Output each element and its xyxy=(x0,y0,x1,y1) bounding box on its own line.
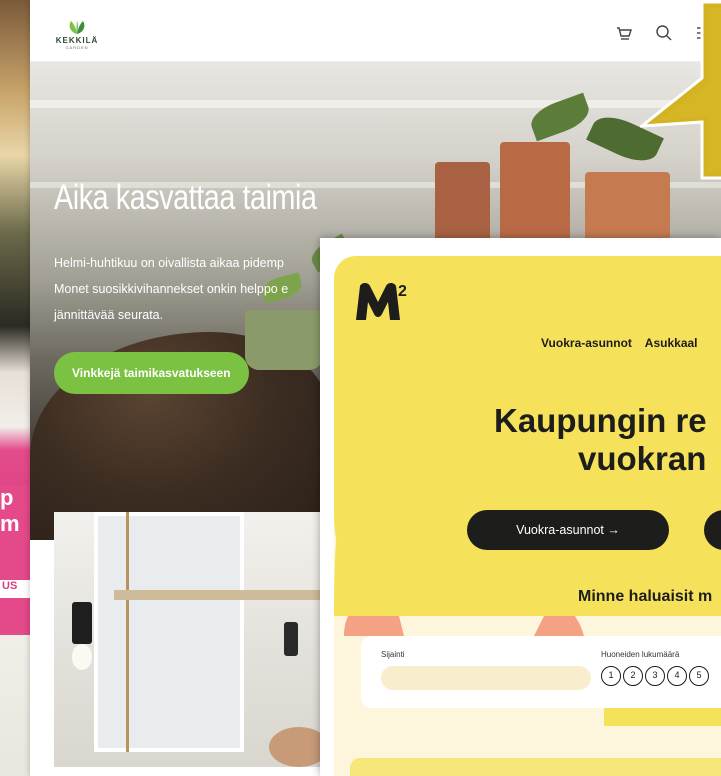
m2-logo-icon[interactable]: 2 xyxy=(354,280,414,324)
kekkila-logo[interactable]: KEKKILÄ GARDEN xyxy=(52,20,102,50)
hero-shelf xyxy=(30,100,721,108)
room-option-3[interactable]: 3 xyxy=(645,666,665,686)
svg-text:2: 2 xyxy=(398,283,407,300)
rooms-label: Huoneiden lukumäärä xyxy=(601,650,680,659)
hero-cta-button[interactable]: Vinkkejä taimikasvatukseen xyxy=(54,352,249,394)
m2-bottom-card xyxy=(350,758,721,776)
kekkila-sub: GARDEN xyxy=(65,45,89,50)
m2-nav-item-asukkaalle[interactable]: Asukkaal xyxy=(645,336,698,350)
location-label: Sijainti xyxy=(381,650,405,659)
rooms-selector: 1 2 3 4 5 xyxy=(601,666,709,686)
room-option-5[interactable]: 5 xyxy=(689,666,709,686)
m2-headline-line: vuokran xyxy=(578,440,707,477)
m2-headline: Kaupungin re vuokran xyxy=(494,402,707,478)
photo-rope xyxy=(126,512,129,752)
kekkila-brand: KEKKILÄ xyxy=(55,36,99,45)
background-promo-button[interactable]: US xyxy=(0,580,30,598)
m2-search-panel: Sijainti Huoneiden lukumäärä 1 2 3 4 5 xyxy=(361,636,721,708)
m2-page: 2 Vuokra-asunnot Asukkaal Kaupungin re v… xyxy=(334,256,721,776)
kekkila-header: KEKKILÄ GARDEN xyxy=(30,0,721,62)
m2-headline-line: Kaupungin re xyxy=(494,402,707,439)
kekkila-photo xyxy=(54,512,354,767)
m2-vuokra-asunnot-button[interactable]: Vuokra-asunnot → xyxy=(467,510,669,550)
photo-lamp xyxy=(72,602,92,644)
cart-icon[interactable] xyxy=(615,24,633,47)
photo-bulb xyxy=(72,644,92,670)
hero-title: Aika kasvattaa taimia xyxy=(54,178,317,217)
leaf-logo-icon xyxy=(69,20,85,34)
photo-clip xyxy=(284,622,298,656)
photo-rod xyxy=(114,590,354,600)
screen: p m US KEKKILÄ GARDEN Aika kasvattaa tai… xyxy=(0,0,721,776)
room-option-4[interactable]: 4 xyxy=(667,666,687,686)
room-option-2[interactable]: 2 xyxy=(623,666,643,686)
speech-callout xyxy=(640,0,721,180)
room-option-1[interactable]: 1 xyxy=(601,666,621,686)
hero-pot xyxy=(500,142,570,252)
m2-nav-item-vuokra-asunnot[interactable]: Vuokra-asunnot xyxy=(541,336,632,350)
m2-nav: Vuokra-asunnot Asukkaal xyxy=(541,336,708,350)
photo-window xyxy=(94,512,244,752)
location-input[interactable] xyxy=(381,666,591,690)
m2-window: 2 Vuokra-asunnot Asukkaal Kaupungin re v… xyxy=(320,238,721,776)
background-promo-text: p m xyxy=(0,485,20,536)
m2-search-question: Minne haluaisit m xyxy=(578,588,713,605)
